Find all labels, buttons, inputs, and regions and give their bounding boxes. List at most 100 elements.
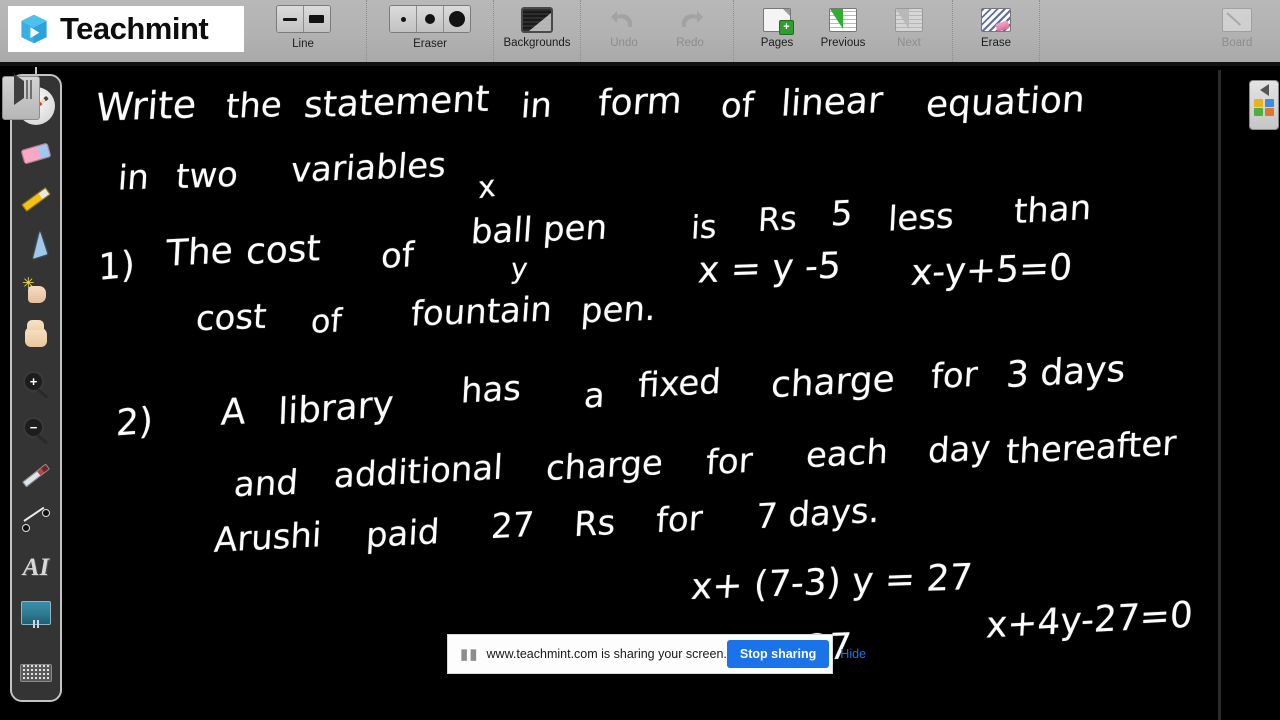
zoom-out-tool[interactable]: − (14, 406, 58, 452)
eraser-size-picker[interactable]: Eraser (377, 0, 483, 50)
eraser-tool[interactable] (14, 130, 58, 176)
redo-label: Redo (676, 37, 704, 49)
pages-button[interactable]: + Pages (744, 0, 810, 60)
teachmint-wordmark: Teachmint (60, 11, 209, 46)
pause-icon[interactable]: ▮▮ (460, 645, 479, 663)
zoom-in-tool[interactable]: + (14, 360, 58, 406)
handwriting-stroke: in (116, 157, 151, 199)
capture-tool[interactable] (14, 590, 58, 636)
handwriting-stroke: in (519, 85, 554, 127)
handwriting-stroke: statement (302, 78, 491, 127)
zoom-out-icon: − (22, 416, 50, 445)
library-panel-tab[interactable] (1249, 80, 1279, 130)
handwriting-stroke: Arushi (213, 515, 323, 561)
redo-button[interactable]: Redo (657, 0, 723, 60)
toolbar-group-eraser: Eraser (367, 0, 494, 62)
handwriting-stroke: has (459, 368, 523, 412)
toolbar-group-erase: Erase (953, 0, 1040, 62)
handwriting-stroke: 2) (115, 400, 154, 445)
handwriting-stroke: 5 (829, 193, 854, 235)
openboard-window: Line Eraser Backgrounds Undo Redo + Page… (0, 0, 1280, 720)
handwriting-stroke: variables (289, 145, 448, 191)
next-page-icon (892, 5, 926, 35)
handwriting-stroke: charge (770, 358, 896, 407)
eraser-size-option-3[interactable] (444, 6, 470, 32)
toolbar-group-modes: Board Web Documents Show Desktop (1194, 0, 1280, 62)
handwriting-stroke: x (477, 168, 497, 207)
handwriting-stroke: The (164, 230, 235, 275)
eraser-size-option-1[interactable] (390, 6, 417, 32)
eraser-size-swatches[interactable] (389, 5, 471, 33)
eraser-picker-label: Eraser (413, 38, 447, 50)
handwriting-stroke: each (805, 431, 889, 477)
redo-arrow-icon (673, 5, 707, 35)
board-label: Board (1221, 37, 1253, 49)
line-picker-label: Line (292, 38, 314, 50)
next-button[interactable]: Next (876, 0, 942, 60)
handwriting-stroke: than (1013, 187, 1093, 233)
stylus-tool[interactable] (14, 452, 58, 498)
eraser-size-option-2[interactable] (417, 6, 444, 32)
flyout-item-2[interactable] (30, 80, 32, 99)
cursor-arrow-icon (25, 231, 47, 259)
line-width-option-2[interactable] (303, 6, 330, 32)
line-width-picker[interactable]: Line (250, 0, 356, 50)
previous-label: Previous (820, 37, 866, 49)
handwriting-stroke: additional (333, 447, 504, 497)
backgrounds-label: Backgrounds (503, 37, 571, 49)
stop-sharing-button[interactable]: Stop sharing (726, 640, 830, 668)
board-button[interactable]: Board (1204, 0, 1270, 60)
highlighter-icon (21, 186, 51, 212)
play-arrow-icon[interactable] (14, 74, 24, 105)
share-message: www.teachmint.com is sharing your screen… (486, 647, 727, 661)
line-tool[interactable] (14, 498, 58, 544)
previous-page-icon (826, 5, 860, 35)
palette-flyout-panel[interactable] (2, 74, 40, 120)
handwriting-stroke: cost (194, 296, 268, 340)
undo-button[interactable]: Undo (591, 0, 657, 60)
previous-button[interactable]: Previous (810, 0, 876, 60)
handwriting-stroke: thereafter (1005, 423, 1178, 473)
screen-share-notification: ▮▮ www.teachmint.com is sharing your scr… (447, 634, 866, 674)
hide-button[interactable]: Hide (840, 647, 866, 661)
marker-tool[interactable] (14, 176, 58, 222)
handwriting-stroke: day (926, 428, 992, 472)
keyboard-tool[interactable] (14, 650, 58, 696)
line-width-option-1[interactable] (276, 6, 304, 32)
laser-pointer-icon: ✳ (21, 276, 51, 306)
handwriting-stroke: two (174, 154, 240, 198)
handwriting-stroke: form (596, 80, 684, 125)
flyout-item-1[interactable] (26, 80, 28, 99)
laser-pointer-tool[interactable]: ✳ (14, 268, 58, 314)
backgrounds-button[interactable]: Backgrounds (503, 0, 571, 60)
book-play-logo-icon (21, 14, 47, 44)
handwriting-stroke: pen. (579, 288, 658, 332)
erase-button[interactable]: Erase (963, 0, 1029, 60)
handwriting-stroke: x+4y-27=0 (985, 594, 1194, 647)
web-button[interactable]: Web (1270, 0, 1280, 60)
handwriting-stroke: ball pen (469, 207, 609, 253)
handwriting-stroke: 3 days (1005, 348, 1127, 397)
handwriting-stroke: 27 (489, 504, 536, 548)
line-segment-icon (22, 506, 50, 534)
text-a-icon: AI (22, 553, 50, 581)
handwriting-stroke: equation (924, 79, 1087, 126)
undo-label: Undo (610, 37, 638, 49)
line-width-swatches[interactable] (275, 5, 331, 33)
handwriting-stroke: Rs (757, 198, 798, 240)
handwriting-stroke: of (379, 235, 415, 277)
handwriting-stroke: 1) (98, 243, 135, 290)
handwriting-stroke: for (929, 354, 979, 398)
handwriting-stroke: 7 days. (755, 490, 881, 538)
handwriting-stroke: cost (244, 227, 322, 274)
library-arrow-icon[interactable] (1259, 84, 1269, 96)
hand-tool[interactable] (14, 314, 58, 360)
select-tool[interactable] (14, 222, 58, 268)
handwriting-stroke: charge (545, 442, 664, 490)
whiteboard-canvas[interactable]: Write the statement in form of linear equation i… (66, 70, 1218, 720)
handwriting-stroke: and (232, 462, 300, 506)
backgrounds-icon (520, 5, 554, 35)
text-tool[interactable]: AI (14, 544, 58, 590)
handwriting-stroke: of (309, 301, 344, 341)
handwriting-stroke: y (509, 252, 530, 285)
